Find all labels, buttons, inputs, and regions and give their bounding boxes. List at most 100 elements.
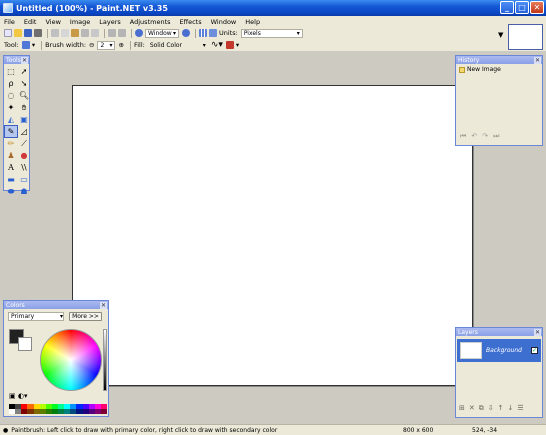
blend-mode-icon[interactable] (225, 41, 234, 49)
color-wheel[interactable] (40, 329, 102, 391)
move-selected-icon[interactable]: ➘ (18, 78, 30, 89)
lasso-select-icon[interactable]: ρ (5, 78, 17, 89)
copy-icon[interactable] (61, 29, 69, 37)
clone-stamp-icon[interactable]: ♟︎ (5, 150, 17, 161)
delete-layer-icon[interactable]: ✕ (469, 404, 475, 413)
maximize-button[interactable]: □ (515, 1, 529, 14)
close-button[interactable]: ✕ (530, 1, 544, 14)
paste-icon[interactable] (71, 29, 79, 37)
close-icon[interactable]: ✕ (534, 328, 541, 336)
image-thumbnail[interactable] (508, 24, 543, 50)
menu-adjustments[interactable]: Adjustments (130, 18, 171, 26)
tool-label: Tool: (4, 41, 19, 49)
window-zoom-value: Window (148, 29, 172, 37)
secondary-color-swatch[interactable] (18, 337, 32, 351)
chevron-down-icon[interactable]: ▾ (236, 41, 239, 49)
rewind-icon[interactable]: ⏮ (460, 132, 466, 141)
menu-edit[interactable]: Edit (24, 18, 37, 26)
open-folder-icon[interactable] (14, 29, 22, 37)
paintbrush-tool-icon[interactable]: ✎ (4, 125, 18, 138)
layer-thumbnail (460, 342, 482, 359)
colors-title: Colors (6, 301, 25, 309)
brush-width-combo[interactable]: 2 ▾ (97, 40, 116, 50)
paintbrush-status-icon: ● (3, 426, 9, 434)
primary-secondary-select[interactable]: Primary ▾ (8, 312, 64, 321)
ellipse-select-icon[interactable]: ◌ (5, 90, 17, 101)
color-target-value: Primary (11, 313, 35, 320)
toolbar-separator (41, 40, 43, 50)
window-zoom-combo[interactable]: Window ▾ (145, 28, 179, 38)
menu-effects[interactable]: Effects (180, 18, 202, 26)
palette-menu-icon[interactable]: ▣ ◐▾ (9, 392, 27, 400)
history-entry[interactable]: New Image (456, 64, 542, 75)
increase-width-icon[interactable]: ⊕ (118, 41, 123, 49)
eraser-icon[interactable]: ◿ (18, 126, 30, 137)
duplicate-layer-icon[interactable]: ⧉ (479, 404, 484, 413)
zoom-in-icon[interactable] (182, 29, 190, 37)
line-curve-icon[interactable]: \\ (18, 162, 30, 173)
undo-icon[interactable] (108, 29, 116, 37)
colors-panel: Colors ✕ Primary ▾ More >> ▣ ◐▾ (3, 300, 109, 417)
pan-icon[interactable]: ✋︎ (18, 102, 30, 113)
zoom-tool-icon[interactable]: 🔍︎ (18, 90, 30, 101)
freeform-shape-icon[interactable]: ☗ (18, 186, 30, 197)
image-canvas[interactable] (72, 85, 473, 386)
pencil-icon[interactable]: ✏︎ (5, 138, 17, 149)
save-icon[interactable] (24, 29, 32, 37)
layer-visibility-checkbox[interactable]: ✓ (531, 347, 538, 354)
fill-combo[interactable]: Solid Color ▾ (148, 41, 208, 50)
menu-file[interactable]: File (4, 18, 15, 26)
color-picker-icon[interactable]: ⟋ (18, 138, 30, 149)
add-layer-icon[interactable]: ⊞ (459, 404, 465, 413)
menu-layers[interactable]: Layers (99, 18, 121, 26)
color-palette[interactable] (9, 404, 107, 414)
redo-icon[interactable] (118, 29, 126, 37)
crop-icon[interactable] (81, 29, 89, 37)
antialiasing-icon[interactable]: ∿▾ (211, 40, 223, 50)
paintbrush-icon[interactable] (21, 41, 30, 49)
redo-icon[interactable]: ↷ (482, 132, 488, 141)
layer-properties-icon[interactable]: ☰ (517, 404, 523, 413)
move-layer-down-icon[interactable]: ↓ (508, 404, 514, 413)
zoom-icon[interactable] (135, 29, 143, 37)
close-icon[interactable]: ✕ (100, 301, 107, 309)
menu-view[interactable]: View (45, 18, 60, 26)
more-colors-button[interactable]: More >> (69, 312, 102, 321)
menu-help[interactable]: Help (245, 18, 260, 26)
magic-wand-icon[interactable]: ✦ (5, 102, 17, 113)
print-icon[interactable] (34, 29, 42, 37)
rectangle-select-icon[interactable]: ⬚ (5, 66, 17, 77)
minimize-button[interactable]: _ (500, 1, 514, 14)
chevron-down-icon[interactable]: ▼ (498, 31, 503, 39)
grid-icon[interactable] (199, 29, 207, 37)
move-selection-icon[interactable]: ➚ (18, 66, 30, 77)
gradient-icon[interactable]: ▣ (18, 114, 30, 125)
text-icon[interactable]: A (5, 162, 17, 173)
layer-row[interactable]: Background ✓ (457, 339, 541, 362)
menu-image[interactable]: Image (70, 18, 90, 26)
main-toolbar: Window ▾ Units: Pixels ▾ (0, 27, 506, 39)
units-combo[interactable]: Pixels ▾ (240, 28, 303, 38)
move-layer-up-icon[interactable]: ↑ (498, 404, 504, 413)
cursor-position: 524, -34 (472, 426, 498, 434)
cut-icon[interactable] (51, 29, 59, 37)
colors-panel-title: Colors ✕ (4, 301, 108, 309)
value-slider[interactable] (103, 329, 107, 391)
merge-layer-icon[interactable]: ⇩ (488, 404, 494, 413)
menu-window[interactable]: Window (211, 18, 237, 26)
rectangle-icon[interactable]: ▬ (5, 174, 17, 185)
close-icon[interactable]: ✕ (534, 56, 541, 64)
recolor-icon[interactable]: ● (18, 150, 30, 161)
rounded-rectangle-icon[interactable]: ▭ (18, 174, 30, 185)
fast-forward-icon[interactable]: ⏭ (493, 132, 499, 141)
undo-icon[interactable]: ↶ (471, 132, 477, 141)
tool-options-bar: Tool: ▾ Brush width: ⊖ 2 ▾ ⊕ Fill: Solid … (0, 39, 506, 51)
decrease-width-icon[interactable]: ⊖ (89, 41, 94, 49)
rulers-icon[interactable] (209, 29, 217, 37)
new-file-icon[interactable] (4, 29, 12, 37)
ellipse-icon[interactable]: ⬬ (5, 186, 17, 197)
paint-bucket-icon[interactable]: ◭ (5, 114, 17, 125)
close-icon[interactable]: ✕ (21, 56, 28, 64)
chevron-down-icon[interactable]: ▾ (32, 41, 35, 49)
deselect-icon[interactable] (91, 29, 99, 37)
